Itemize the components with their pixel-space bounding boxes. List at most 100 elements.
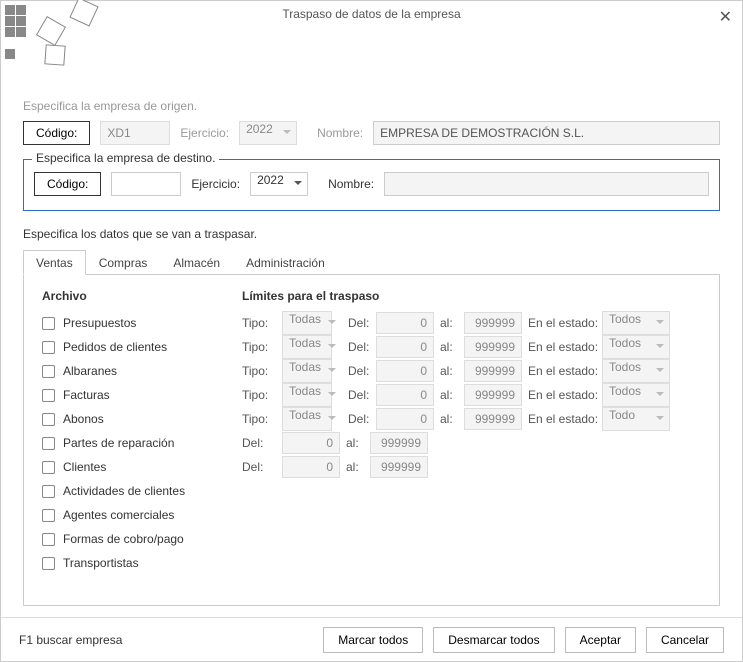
tipo-select[interactable]: Todas <box>282 383 342 407</box>
chevron-down-icon <box>656 368 664 372</box>
tipo-select[interactable]: Todas <box>282 359 342 383</box>
checkbox[interactable] <box>42 437 55 450</box>
al-label: al: <box>434 340 464 354</box>
estado-select[interactable]: Todos <box>602 311 670 335</box>
origin-heading: Especifica la empresa de origen. <box>23 99 720 113</box>
dest-code-input[interactable] <box>111 172 181 196</box>
dest-nombre-input <box>384 172 709 196</box>
chevron-down-icon <box>328 368 336 372</box>
tipo-select[interactable]: Todas <box>282 311 342 335</box>
marcar-todos-button[interactable]: Marcar todos <box>323 627 423 653</box>
al-input <box>464 312 522 334</box>
file-label: Facturas <box>63 388 110 402</box>
file-row: AbonosTipo:TodasDel:al:En el estado:Todo <box>42 407 701 431</box>
estado-select[interactable]: Todos <box>602 359 670 383</box>
window-title: Traspaso de datos de la empresa <box>1 7 742 21</box>
origin-code-button[interactable]: Código: <box>23 121 90 145</box>
footer: F1 buscar empresa Marcar todos Desmarcar… <box>1 617 742 661</box>
file-label: Presupuestos <box>63 316 136 330</box>
desmarcar-todos-button[interactable]: Desmarcar todos <box>433 627 554 653</box>
checkbox[interactable] <box>42 341 55 354</box>
estado-label: En el estado: <box>522 316 602 330</box>
checkbox[interactable] <box>42 461 55 474</box>
file-row: Transportistas <box>42 551 701 575</box>
del-label: Del: <box>342 316 376 330</box>
file-label: Formas de cobro/pago <box>63 532 184 546</box>
al-input <box>464 336 522 358</box>
tab-almacen[interactable]: Almacén <box>160 250 233 275</box>
estado-select[interactable]: Todos <box>602 383 670 407</box>
destination-legend: Especifica la empresa de destino. <box>32 151 219 165</box>
al-label: al: <box>434 364 464 378</box>
estado-select[interactable]: Todo <box>602 407 670 431</box>
chevron-down-icon <box>328 416 336 420</box>
dest-ejercicio-label: Ejercicio: <box>191 177 240 191</box>
tab-ventas[interactable]: Ventas <box>23 250 86 275</box>
del-input <box>282 432 340 454</box>
al-label: al: <box>434 412 464 426</box>
file-row: Formas de cobro/pago <box>42 527 701 551</box>
tipo-select[interactable]: Todas <box>282 407 342 431</box>
tipo-select[interactable]: Todas <box>282 335 342 359</box>
chevron-down-icon <box>656 320 664 324</box>
del-label: Del: <box>342 340 376 354</box>
del-input <box>376 384 434 406</box>
estado-label: En el estado: <box>522 412 602 426</box>
estado-label: En el estado: <box>522 340 602 354</box>
dest-nombre-label: Nombre: <box>328 177 374 191</box>
al-input <box>464 408 522 430</box>
checkbox[interactable] <box>42 389 55 402</box>
footer-hint: F1 buscar empresa <box>19 633 122 647</box>
file-label: Pedidos de clientes <box>63 340 167 354</box>
chevron-down-icon <box>283 130 291 134</box>
close-icon[interactable]: ✕ <box>719 7 732 27</box>
al-label: al: <box>340 460 370 474</box>
checkbox[interactable] <box>42 557 55 570</box>
al-input <box>464 360 522 382</box>
checkbox[interactable] <box>42 533 55 546</box>
tipo-label: Tipo: <box>242 412 282 426</box>
checkbox[interactable] <box>42 365 55 378</box>
aceptar-button[interactable]: Aceptar <box>565 627 636 653</box>
al-label: al: <box>340 436 370 450</box>
estado-label: En el estado: <box>522 388 602 402</box>
del-input <box>376 312 434 334</box>
al-input <box>464 384 522 406</box>
estado-select[interactable]: Todos <box>602 335 670 359</box>
chevron-down-icon <box>656 416 664 420</box>
dest-code-button[interactable]: Código: <box>34 172 101 196</box>
dest-ejercicio-select[interactable]: 2022 <box>250 172 308 196</box>
title-bar: Traspaso de datos de la empresa ✕ <box>1 1 742 31</box>
del-label: Del: <box>342 388 376 402</box>
del-label: Del: <box>342 364 376 378</box>
file-row: ClientesDel:al: <box>42 455 701 479</box>
file-row: Partes de reparaciónDel:al: <box>42 431 701 455</box>
file-row: Pedidos de clientesTipo:TodasDel:al:En e… <box>42 335 701 359</box>
file-label: Actividades de clientes <box>63 484 185 498</box>
del-label: Del: <box>242 436 282 450</box>
cancelar-button[interactable]: Cancelar <box>646 627 724 653</box>
data-heading: Especifica los datos que se van a traspa… <box>23 227 720 241</box>
chevron-down-icon <box>328 344 336 348</box>
window: Traspaso de datos de la empresa ✕ Especi… <box>0 0 743 662</box>
file-row: FacturasTipo:TodasDel:al:En el estado:To… <box>42 383 701 407</box>
file-row: AlbaranesTipo:TodasDel:al:En el estado:T… <box>42 359 701 383</box>
file-label: Albaranes <box>63 364 117 378</box>
checkbox[interactable] <box>42 413 55 426</box>
tab-compras[interactable]: Compras <box>86 250 161 275</box>
origin-nombre-label: Nombre: <box>317 126 363 140</box>
origin-ejercicio-select: 2022 <box>239 121 297 145</box>
del-label: Del: <box>242 460 282 474</box>
chevron-down-icon <box>328 392 336 396</box>
origin-nombre-input <box>373 121 720 145</box>
del-input <box>376 336 434 358</box>
checkbox[interactable] <box>42 485 55 498</box>
al-label: al: <box>434 388 464 402</box>
limites-header: Límites para el traspaso <box>242 289 379 303</box>
checkbox[interactable] <box>42 509 55 522</box>
origin-ejercicio-label: Ejercicio: <box>180 126 229 140</box>
al-input <box>370 432 428 454</box>
file-row: Actividades de clientes <box>42 479 701 503</box>
checkbox[interactable] <box>42 317 55 330</box>
tab-administracion[interactable]: Administración <box>233 250 338 275</box>
